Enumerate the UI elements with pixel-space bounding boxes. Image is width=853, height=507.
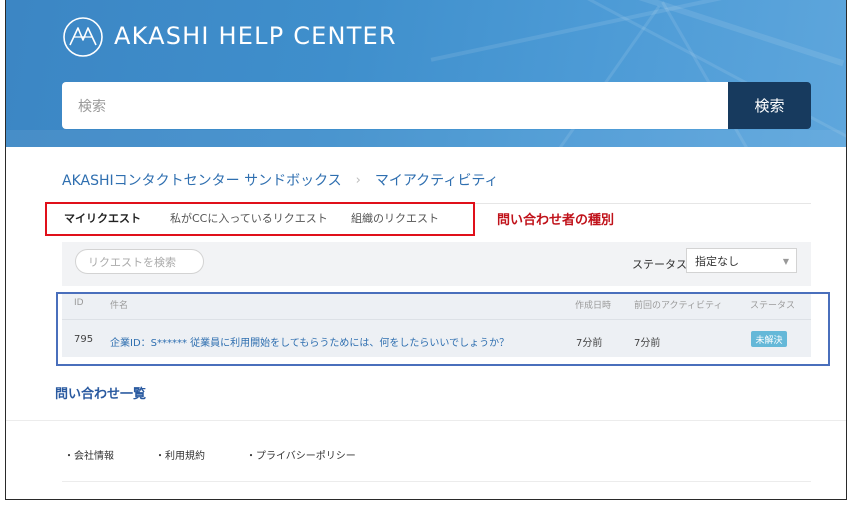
breadcrumb-item-my-activity[interactable]: マイアクティビティ (375, 170, 499, 190)
header-banner: AKASHI HELP CENTER 検索 検索 (6, 0, 846, 147)
tabs-annotation-label: 問い合わせ者の種別 (497, 213, 615, 228)
footer-link-terms[interactable]: ・利用規約 (155, 447, 205, 462)
footer-link-company[interactable]: ・会社情報 (64, 447, 114, 462)
chevron-down-icon: ▼ (782, 257, 789, 266)
list-highlight-box (56, 292, 830, 366)
tabs-highlight-box (45, 202, 475, 236)
page-frame: AKASHI HELP CENTER 検索 検索 AKASHIコンタクトセンター… (5, 0, 847, 500)
footer-divider (6, 420, 846, 421)
search-button[interactable]: 検索 (728, 82, 811, 129)
breadcrumb-item-sandbox[interactable]: AKASHIコンタクトセンター サンドボックス (62, 170, 342, 190)
akashi-logo-icon[interactable] (62, 16, 104, 58)
search-input[interactable]: 検索 (62, 82, 729, 129)
breadcrumb: AKASHIコンタクトセンター サンドボックス › マイアクティビティ (62, 170, 499, 190)
status-select-value: 指定なし (695, 254, 739, 268)
footer-bottom-divider (62, 481, 811, 482)
list-annotation-label: 問い合わせ一覧 (55, 387, 147, 402)
footer-link-privacy[interactable]: ・プライバシーポリシー (246, 447, 356, 462)
brand-title[interactable]: AKASHI HELP CENTER (114, 22, 397, 50)
breadcrumb-separator: › (355, 172, 361, 188)
status-select[interactable]: 指定なし ▼ (686, 248, 797, 273)
request-search-input[interactable]: リクエストを検索 (75, 249, 204, 274)
status-filter-label: ステータス: (632, 258, 691, 271)
